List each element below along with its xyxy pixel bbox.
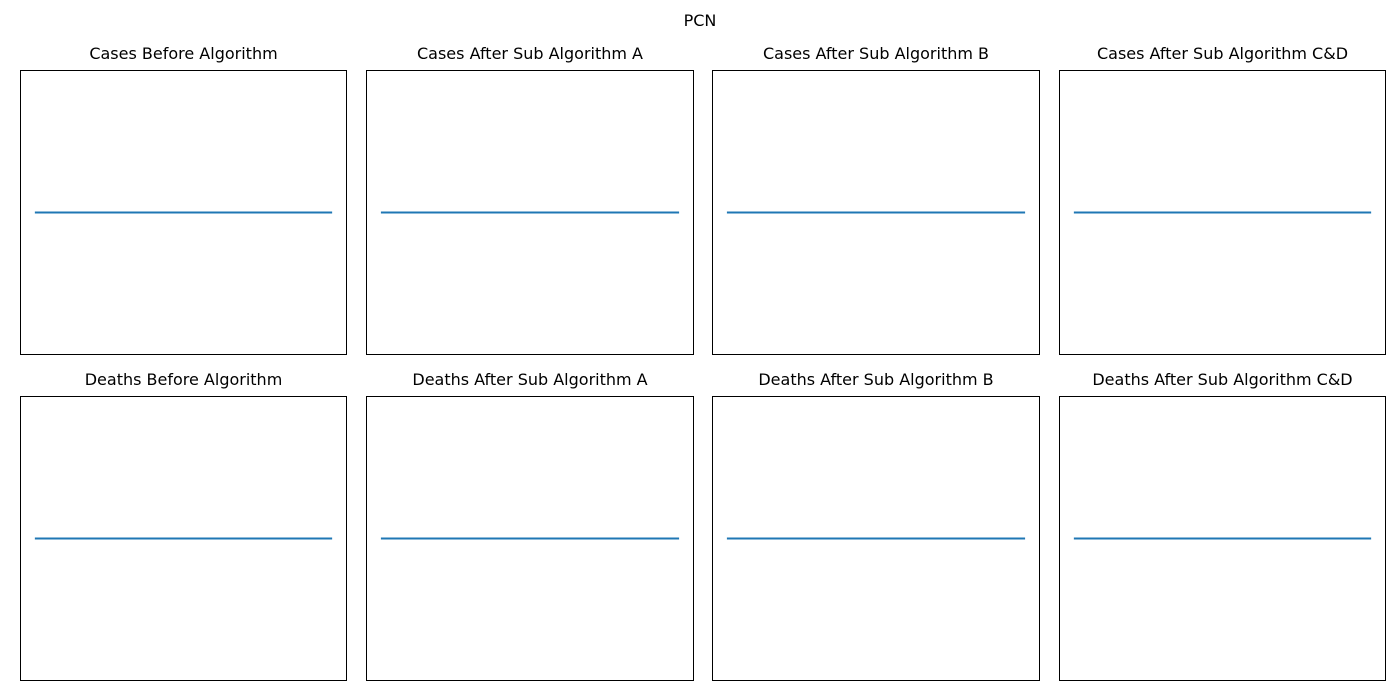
subplot-cases-after-sub-algorithm-a: Cases After Sub Algorithm A [366,44,694,355]
line-plot [726,537,1026,540]
line-plot [380,537,680,540]
subplot-deaths-after-sub-algorithm-cd: Deaths After Sub Algorithm C&D [1059,370,1386,681]
subplot-title: Cases Before Algorithm [89,44,278,63]
figure: PCN Cases Before Algorithm Cases After S… [0,0,1400,700]
subplot-title: Deaths After Sub Algorithm C&D [1092,370,1353,389]
subplot-title: Deaths After Sub Algorithm B [758,370,994,389]
subplot-deaths-before-algorithm: Deaths Before Algorithm [20,370,347,681]
subplot-title: Deaths After Sub Algorithm A [412,370,648,389]
subplot-title: Deaths Before Algorithm [84,370,283,389]
line-plot [1073,211,1372,214]
subplot-title: Cases After Sub Algorithm B [762,44,990,63]
subplot-cases-after-sub-algorithm-cd: Cases After Sub Algorithm C&D [1059,44,1386,355]
subplot-deaths-after-sub-algorithm-a: Deaths After Sub Algorithm A [366,370,694,681]
subplot-title: Cases After Sub Algorithm A [416,44,643,63]
subplot-deaths-after-sub-algorithm-b: Deaths After Sub Algorithm B [712,370,1040,681]
line-plot [34,537,333,540]
subplot-title: Cases After Sub Algorithm C&D [1096,44,1349,63]
line-plot [380,211,680,214]
subplot-cases-after-sub-algorithm-b: Cases After Sub Algorithm B [712,44,1040,355]
line-plot [34,211,333,214]
subplot-cases-before-algorithm: Cases Before Algorithm [20,44,347,355]
figure-suptitle: PCN [683,11,717,30]
line-plot [1073,537,1372,540]
line-plot [726,211,1026,214]
